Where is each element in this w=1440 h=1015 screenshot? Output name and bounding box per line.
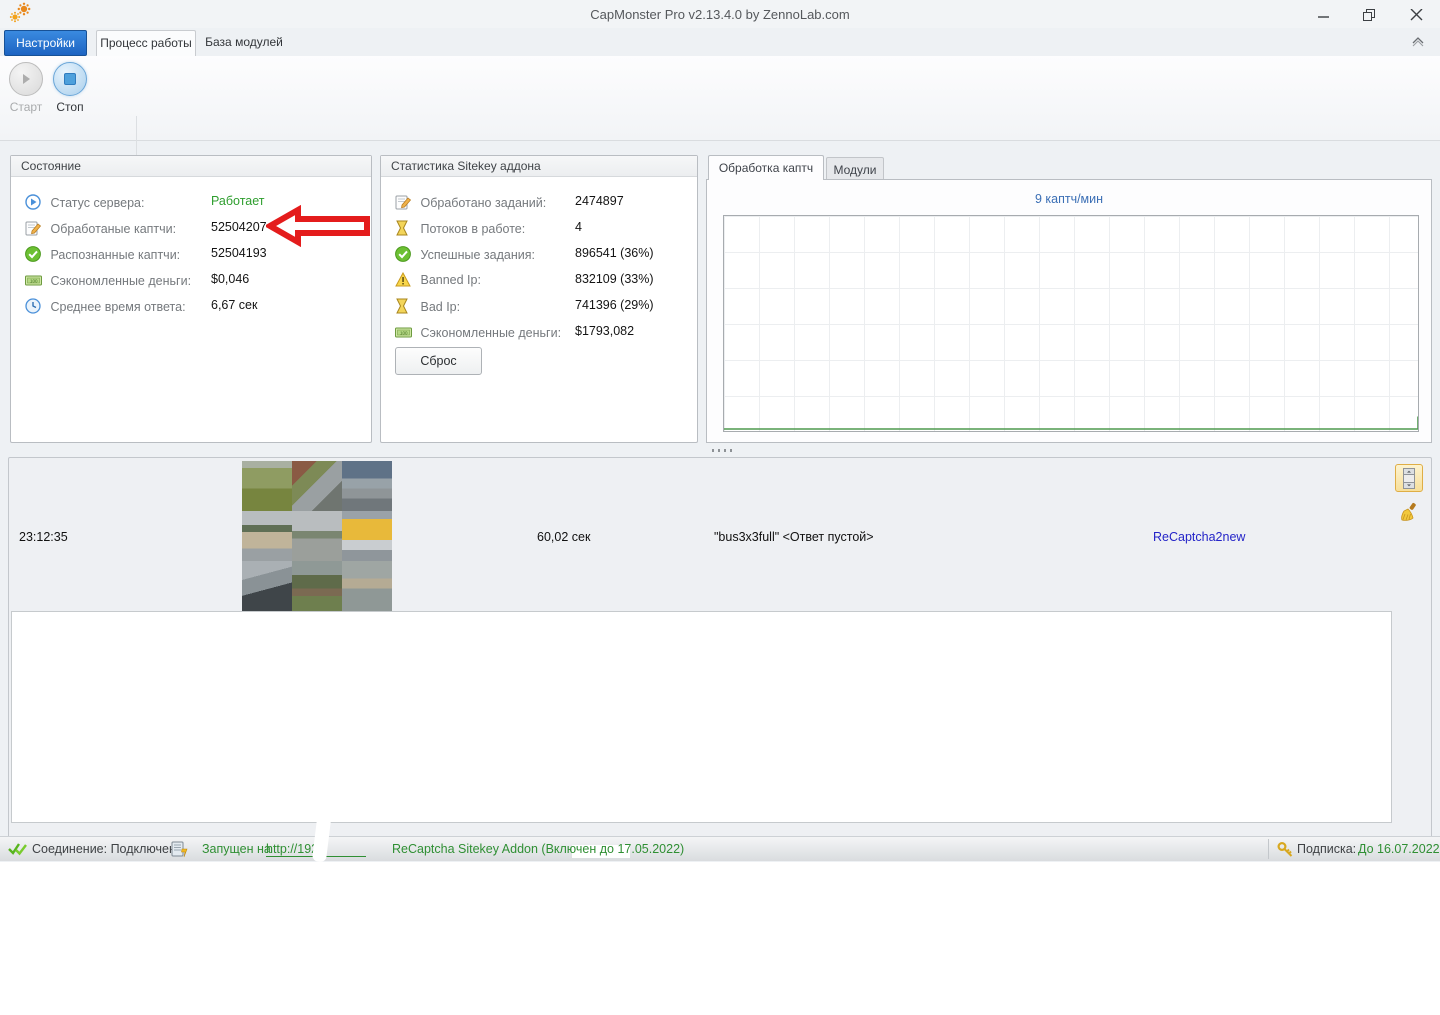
captcha-tile: [292, 561, 342, 611]
tab-process[interactable]: Процесс работы: [96, 30, 196, 57]
svg-text:100: 100: [400, 331, 408, 336]
sitekey-row-banned: Banned Ip: 832109 (33%): [395, 271, 654, 290]
stop-icon: [53, 62, 87, 96]
clock-icon: [25, 298, 42, 314]
edit-icon: [395, 194, 412, 210]
captcha-tile: [242, 461, 292, 511]
sitekey-groupbox: Статистика Sitekey аддона Обработано зад…: [380, 155, 698, 443]
recognized-captchas-value: 52504193: [211, 246, 267, 260]
captcha-log-panel: 23:12:35 60,02 сек "bus3x3full" <Ответ п…: [8, 457, 1432, 846]
log-list-area: [11, 611, 1392, 823]
captcha-tile: [292, 461, 342, 511]
sitekey-row-money: 100 Сэкономленные деньги: $1793,082: [395, 324, 634, 342]
warning-icon: [395, 271, 412, 288]
processed-captchas-value: 52504207: [211, 220, 267, 234]
clear-log-broom-icon[interactable]: [1399, 502, 1419, 522]
play-icon: [25, 194, 42, 210]
status-row-money: 100 Сэкономленные деньги: $0,046: [25, 272, 249, 290]
red-arrow-annotation: [263, 204, 372, 252]
captcha-tile: [242, 511, 292, 561]
server-doc-icon: [171, 841, 188, 861]
tab-modules[interactable]: Модули: [826, 157, 884, 180]
subscription-label: Подписка:: [1297, 842, 1357, 856]
title-bar: CapMonster Pro v2.13.4.0 by ZennoLab.com: [0, 0, 1440, 28]
scrollbar-icon: [1403, 468, 1415, 489]
captcha-tile: [292, 511, 342, 561]
status-row-avgtime: Среднее время ответа: 6,67 сек: [25, 298, 257, 316]
status-row-processed: Обработаные каптчи: 52504207: [25, 220, 267, 238]
check-icon: [25, 246, 42, 262]
settings-backstage-button[interactable]: Настройки: [4, 30, 87, 56]
banned-ip-value: 832109 (33%): [575, 272, 654, 286]
stop-button[interactable]: Стоп: [46, 60, 94, 114]
connection-status: Соединение: Подключено: [32, 842, 183, 856]
success-tasks-value: 896541 (36%): [575, 246, 654, 260]
avg-time-value: 6,67 сек: [211, 298, 258, 312]
statusbar-separator: [1268, 839, 1269, 859]
sitekey-row-success: Успешные задания: 896541 (36%): [395, 246, 654, 264]
captcha-processing-panel: Обработка каптч Модули 9 каптч/мин: [706, 155, 1432, 443]
threads-value: 4: [575, 220, 582, 234]
status-bar: Соединение: Подключено Запущен на http:/…: [0, 836, 1440, 861]
sitekey-row-tasks: Обработано заданий: 2474897: [395, 194, 624, 212]
close-button[interactable]: [1401, 4, 1431, 26]
ribbon-tab-strip: Настройки Процесс работы База модулей: [0, 29, 1440, 57]
server-status-value: Работает: [211, 194, 265, 208]
status-group-title: Состояние: [11, 156, 371, 177]
status-row-server: Статус сервера: Работает: [25, 194, 265, 212]
rate-line-series: [724, 416, 1418, 430]
captcha-image-grid: [242, 461, 392, 611]
key-icon: [1277, 841, 1294, 861]
hourglass-icon: [395, 220, 412, 236]
app-window: CapMonster Pro v2.13.4.0 by ZennoLab.com…: [0, 0, 1440, 862]
chart-title: 9 каптч/мин: [1034, 192, 1104, 206]
autoscroll-toggle-button[interactable]: [1395, 464, 1423, 492]
money-icon: 100: [395, 324, 412, 340]
captcha-tile: [342, 561, 392, 611]
sitekey-row-threads: Потоков в работе: 4: [395, 220, 582, 238]
sitekey-money-value: $1793,082: [575, 324, 635, 338]
bad-ip-value: 741396 (29%): [575, 298, 654, 312]
captcha-tile: [342, 511, 392, 561]
chart-panel-body: 9 каптч/мин: [706, 179, 1432, 443]
edit-icon: [25, 220, 42, 236]
tab-modules-db[interactable]: База модулей: [204, 30, 284, 57]
running-on-label: Запущен на: [202, 842, 271, 856]
money-icon: 100: [25, 272, 42, 288]
restore-button[interactable]: [1354, 4, 1384, 26]
status-groupbox: Состояние Статус сервера: Работает Обраб…: [10, 155, 372, 443]
log-module-link[interactable]: ReCaptcha2new: [1153, 530, 1245, 544]
start-icon: [9, 62, 43, 96]
addon-status: ReCaptcha Sitekey Addon (Включен до 17.0…: [392, 842, 685, 856]
sitekey-group-title: Статистика Sitekey аддона: [381, 156, 697, 177]
subscription-value: До 16.07.2022: [1358, 842, 1440, 856]
saved-money-value: $0,046: [211, 272, 250, 286]
sitekey-row-badip: Bad Ip: 741396 (29%): [395, 298, 654, 316]
minimize-button[interactable]: [1309, 4, 1339, 26]
window-title: CapMonster Pro v2.13.4.0 by ZennoLab.com: [590, 7, 850, 22]
start-button[interactable]: Старт: [2, 60, 50, 114]
hourglass-icon: [395, 298, 412, 314]
log-duration: 60,02 сек: [537, 530, 591, 544]
horizontal-splitter[interactable]: [0, 444, 1440, 456]
connection-check-icon: [8, 841, 28, 860]
status-row-recognized: Распознанные каптчи: 52504193: [25, 246, 267, 264]
rate-chart: [723, 215, 1419, 432]
captcha-tile: [242, 561, 292, 611]
tasks-processed-value: 2474897: [575, 194, 624, 208]
check-icon: [395, 246, 412, 262]
ribbon-body: Старт Стоп Выполнение: [0, 56, 1440, 192]
svg-text:100: 100: [30, 279, 38, 284]
reset-button[interactable]: Сброс: [395, 347, 482, 375]
splitter-grip-icon: [712, 449, 734, 452]
log-time: 23:12:35: [19, 530, 68, 544]
collapse-ribbon-icon[interactable]: [1410, 34, 1426, 48]
tab-captcha-processing[interactable]: Обработка каптч: [708, 155, 824, 180]
captcha-tile: [342, 461, 392, 511]
log-result: "bus3x3full" <Ответ пустой>: [714, 530, 874, 544]
